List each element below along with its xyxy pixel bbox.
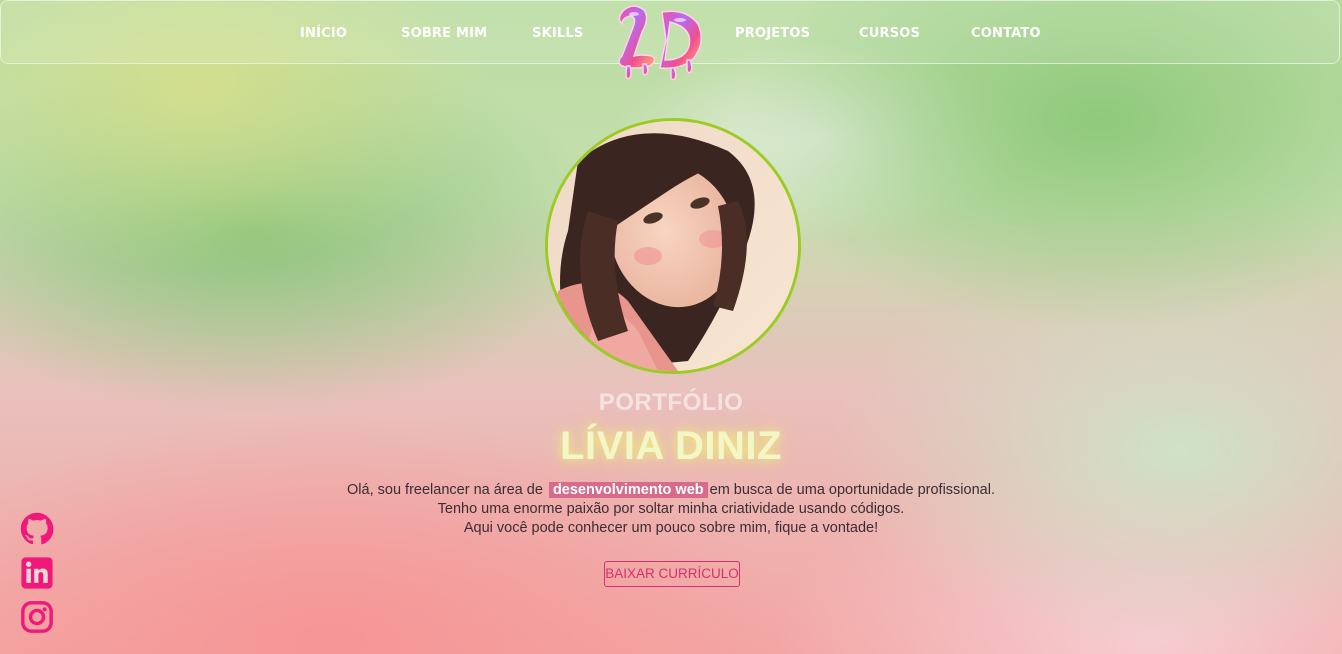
instagram-icon[interactable] xyxy=(20,600,54,634)
nav-link-cursos[interactable]: CURSOS xyxy=(859,26,920,41)
bio-line-2: Tenho uma enorme paixão por soltar minha… xyxy=(437,501,905,517)
github-icon[interactable] xyxy=(20,512,54,546)
nav-link-sobre-mim[interactable]: SOBRE MIM xyxy=(401,26,487,41)
nav-link-contato[interactable]: CONTATO xyxy=(971,26,1041,41)
download-cv-button[interactable]: BAIXAR CURRÍCULO xyxy=(604,561,740,587)
portfolio-eyebrow: PORTFÓLIO xyxy=(598,389,744,416)
nav-link-inicio[interactable]: INÍCIO xyxy=(300,26,347,41)
nav-link-projetos[interactable]: PROJETOS xyxy=(735,26,810,41)
hero-name: LÍVIA DINIZ xyxy=(560,424,782,468)
site-logo[interactable] xyxy=(610,0,710,82)
bio-highlight: desenvolvimento web xyxy=(548,482,708,498)
bio-line-1: Olá, sou freelancer na área de desenvolv… xyxy=(0,481,1342,500)
linkedin-icon[interactable] xyxy=(20,556,54,590)
bio-line-1-start: Olá, sou freelancer na área de xyxy=(347,482,543,498)
nav-link-skills[interactable]: SKILLS xyxy=(532,26,583,41)
hero-bio: Olá, sou freelancer na área de desenvolv… xyxy=(0,481,1342,538)
bio-line-1-end: em busca de uma oportunidade profissiona… xyxy=(709,482,995,498)
profile-photo xyxy=(545,118,801,374)
bio-line-3: Aqui você pode conhecer um pouco sobre m… xyxy=(463,520,879,536)
